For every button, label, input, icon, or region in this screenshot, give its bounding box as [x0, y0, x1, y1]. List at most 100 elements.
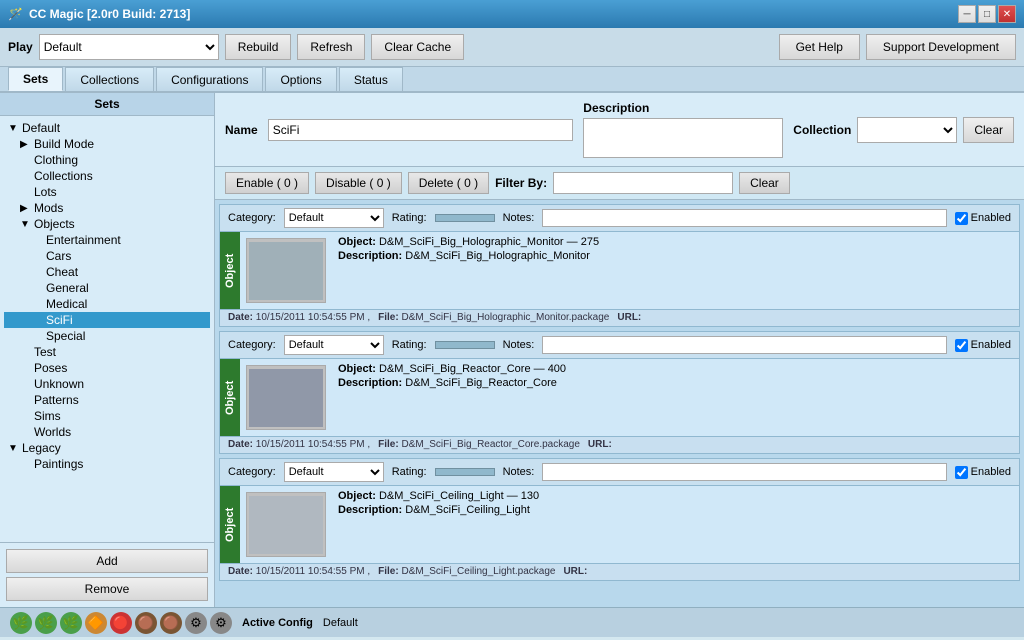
status-icon-6[interactable]: 🟤	[135, 612, 157, 634]
tree-label: Patterns	[34, 393, 79, 407]
tree-label: General	[46, 281, 89, 295]
tree-label: Clothing	[34, 153, 78, 167]
thumb-image	[249, 369, 323, 427]
collection-select[interactable]	[857, 117, 957, 143]
sidebar-item-test[interactable]: Test	[4, 344, 210, 360]
collection-clear-button[interactable]: Clear	[963, 117, 1014, 143]
status-icon-7[interactable]: 🟤	[160, 612, 182, 634]
filter-input[interactable]	[553, 172, 733, 194]
item-description: Description: D&M_SciFi_Big_Reactor_Core	[338, 377, 1013, 389]
status-icon-1[interactable]: 🌿	[10, 612, 32, 634]
window-controls[interactable]: ─ □ ✕	[958, 5, 1016, 23]
sidebar-item-worlds[interactable]: Worlds	[4, 424, 210, 440]
support-button[interactable]: Support Development	[866, 34, 1016, 60]
rating-label: Rating:	[392, 466, 427, 478]
notes-label: Notes:	[503, 212, 535, 224]
enabled-label: Enabled	[971, 339, 1011, 351]
remove-button[interactable]: Remove	[6, 577, 208, 601]
sidebar-item-lots[interactable]: Lots	[4, 184, 210, 200]
filter-clear-button[interactable]: Clear	[739, 172, 790, 194]
enabled-checkbox[interactable]	[955, 339, 968, 352]
tab-sets[interactable]: Sets	[8, 67, 63, 91]
active-config-value: Default	[323, 617, 358, 629]
rating-bar[interactable]	[435, 468, 495, 476]
enabled-check[interactable]: Enabled	[955, 212, 1011, 225]
tree-label: Legacy	[22, 441, 61, 455]
sidebar-item-cheat[interactable]: Cheat	[4, 264, 210, 280]
minimize-button[interactable]: ─	[958, 5, 976, 23]
item-description: Description: D&M_SciFi_Big_Holographic_M…	[338, 250, 1013, 262]
disable-button[interactable]: Disable ( 0 )	[315, 172, 402, 194]
sidebar-item-general[interactable]: General	[4, 280, 210, 296]
tree-arrow: ▶	[20, 203, 32, 214]
item-object: Object: D&M_SciFi_Big_Reactor_Core — 400	[338, 363, 1013, 375]
sidebar-item-paintings[interactable]: Paintings	[4, 456, 210, 472]
play-select[interactable]: Default	[39, 34, 219, 60]
sidebar-item-clothing[interactable]: Clothing	[4, 152, 210, 168]
clear-cache-button[interactable]: Clear Cache	[371, 34, 464, 60]
status-icon-2[interactable]: 🌿	[35, 612, 57, 634]
tab-collections[interactable]: Collections	[65, 67, 154, 91]
sidebar-item-medical[interactable]: Medical	[4, 296, 210, 312]
tree-label: SciFi	[46, 313, 73, 327]
enabled-checkbox[interactable]	[955, 212, 968, 225]
sidebar-buttons: Add Remove	[0, 542, 214, 607]
notes-input[interactable]	[542, 336, 946, 354]
sidebar-item-poses[interactable]: Poses	[4, 360, 210, 376]
sidebar-item-patterns[interactable]: Patterns	[4, 392, 210, 408]
category-select[interactable]: Default	[284, 462, 384, 482]
notes-label: Notes:	[503, 339, 535, 351]
tab-status[interactable]: Status	[339, 67, 403, 91]
maximize-button[interactable]: □	[978, 5, 996, 23]
rating-bar[interactable]	[435, 341, 495, 349]
get-help-button[interactable]: Get Help	[779, 34, 860, 60]
enable-button[interactable]: Enable ( 0 )	[225, 172, 309, 194]
sidebar-item-entertainment[interactable]: Entertainment	[4, 232, 210, 248]
rating-bar[interactable]	[435, 214, 495, 222]
sidebar-item-collections[interactable]: Collections	[4, 168, 210, 184]
status-icon-9[interactable]: ⚙	[210, 612, 232, 634]
tree-arrow: ▶	[20, 139, 32, 150]
sidebar-item-default[interactable]: ▼Default	[4, 120, 210, 136]
item-card-bottom: Date: 10/15/2011 10:54:55 PM , File: D&M…	[220, 436, 1019, 453]
rebuild-button[interactable]: Rebuild	[225, 34, 292, 60]
tree-label: Cheat	[46, 265, 78, 279]
main-area: Sets ▼Default▶Build ModeClothingCollecti…	[0, 93, 1024, 607]
enabled-check[interactable]: Enabled	[955, 339, 1011, 352]
sidebar-item-unknown[interactable]: Unknown	[4, 376, 210, 392]
sidebar-item-build-mode[interactable]: ▶Build Mode	[4, 136, 210, 152]
add-button[interactable]: Add	[6, 549, 208, 573]
sidebar-item-objects[interactable]: ▼Objects	[4, 216, 210, 232]
category-label: Category:	[228, 339, 276, 351]
close-button[interactable]: ✕	[998, 5, 1016, 23]
tree-label: Build Mode	[34, 137, 94, 151]
status-icon-8[interactable]: ⚙	[185, 612, 207, 634]
enabled-checkbox[interactable]	[955, 466, 968, 479]
enabled-check[interactable]: Enabled	[955, 466, 1011, 479]
tab-configurations[interactable]: Configurations	[156, 67, 263, 91]
sidebar-title: Sets	[0, 93, 214, 116]
status-icon-4[interactable]: 🔶	[85, 612, 107, 634]
active-config-label: Active Config	[242, 617, 313, 629]
status-icon-3[interactable]: 🌿	[60, 612, 82, 634]
tree-label: Mods	[34, 201, 63, 215]
status-bar: 🌿 🌿 🌿 🔶 🔴 🟤 🟤 ⚙ ⚙ Active Config Default	[0, 607, 1024, 637]
notes-input[interactable]	[542, 463, 946, 481]
category-select[interactable]: Default	[284, 335, 384, 355]
item-details: Object: D&M_SciFi_Ceiling_Light — 130 De…	[332, 486, 1019, 563]
sidebar-item-special[interactable]: Special	[4, 328, 210, 344]
tab-options[interactable]: Options	[265, 67, 336, 91]
status-icon-5[interactable]: 🔴	[110, 612, 132, 634]
sidebar-item-mods[interactable]: ▶Mods	[4, 200, 210, 216]
notes-input[interactable]	[542, 209, 946, 227]
category-select[interactable]: Default	[284, 208, 384, 228]
item-card-bottom: Date: 10/15/2011 10:54:55 PM , File: D&M…	[220, 309, 1019, 326]
sidebar-item-legacy[interactable]: ▼Legacy	[4, 440, 210, 456]
name-input[interactable]	[268, 119, 574, 141]
description-input[interactable]	[583, 118, 783, 158]
sidebar-item-scifi[interactable]: SciFi	[4, 312, 210, 328]
delete-button[interactable]: Delete ( 0 )	[408, 172, 489, 194]
sidebar-item-cars[interactable]: Cars	[4, 248, 210, 264]
sidebar-item-sims[interactable]: Sims	[4, 408, 210, 424]
refresh-button[interactable]: Refresh	[297, 34, 365, 60]
